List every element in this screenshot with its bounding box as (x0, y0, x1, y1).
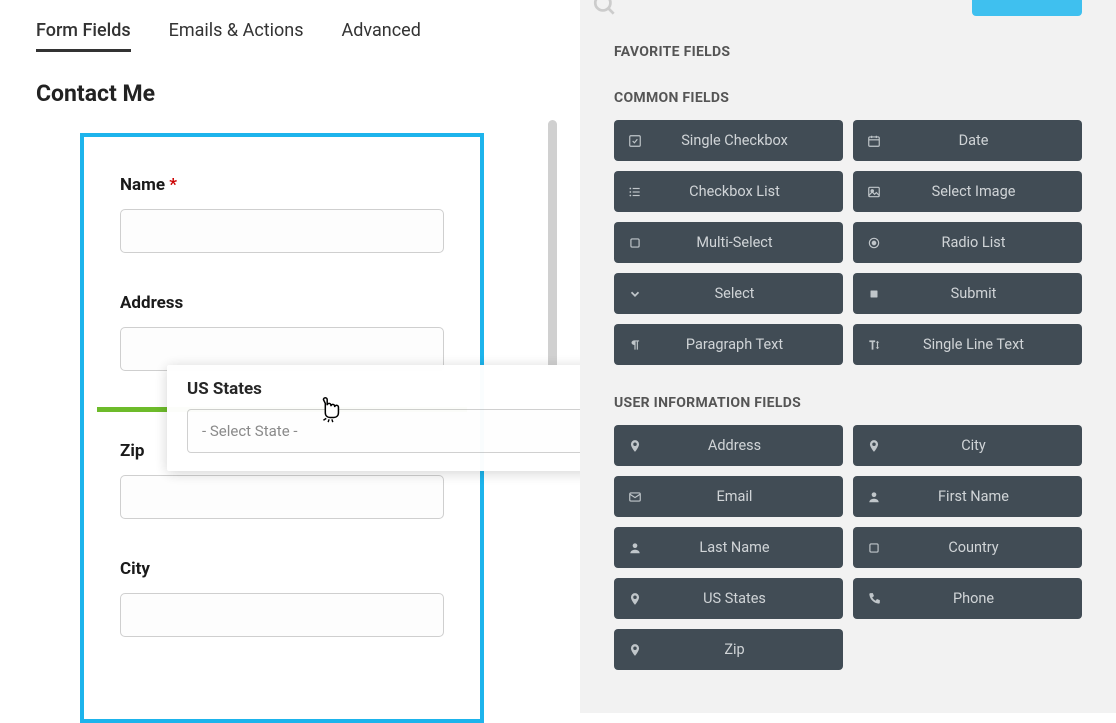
chip-label: Zip (656, 641, 843, 658)
primary-action-button[interactable] (972, 0, 1082, 16)
chip-label: Country (895, 539, 1082, 556)
chip-label: Multi-Select (656, 234, 843, 251)
field-chip-first-name[interactable]: First Name (853, 476, 1082, 517)
field-chip-checkbox-list[interactable]: Checkbox List (614, 171, 843, 212)
field-city: City (120, 559, 444, 637)
field-chip-last-name[interactable]: Last Name (614, 527, 843, 568)
common-fields-header[interactable]: COMMON FIELDS (614, 90, 1082, 106)
chip-label: Select (656, 285, 843, 302)
square-icon (853, 541, 895, 555)
envelope-icon (614, 490, 656, 504)
field-chip-select-image[interactable]: Select Image (853, 171, 1082, 212)
chip-label: Submit (895, 285, 1082, 302)
chip-label: Single Line Text (895, 336, 1082, 353)
square-icon (614, 236, 656, 250)
tab-advanced[interactable]: Advanced (342, 20, 421, 52)
list-icon (614, 185, 656, 199)
builder-tabs: Form Fields Emails & Actions Advanced (36, 20, 550, 52)
calendar-icon (853, 134, 895, 148)
chip-label: Phone (895, 590, 1082, 607)
field-chip-multi-select[interactable]: Multi-Select (614, 222, 843, 263)
user-icon (614, 541, 656, 555)
field-chip-phone[interactable]: Phone (853, 578, 1082, 619)
field-name: Name * (120, 175, 444, 253)
chevron-down-icon (614, 287, 656, 301)
zip-input[interactable] (120, 475, 444, 519)
field-chip-date[interactable]: Date (853, 120, 1082, 161)
chip-label: Paragraph Text (656, 336, 843, 353)
chip-label: US States (656, 590, 843, 607)
chip-label: First Name (895, 488, 1082, 505)
map-marker-icon (614, 643, 656, 657)
field-label-name: Name * (120, 175, 444, 195)
tab-emails-actions[interactable]: Emails & Actions (169, 20, 304, 52)
field-address: Address (120, 293, 444, 371)
name-label-text: Name (120, 175, 165, 195)
check-square-icon (614, 134, 656, 148)
field-palette-panel: FAVORITE FIELDS COMMON FIELDS Single Che… (580, 0, 1116, 713)
field-chip-address[interactable]: Address (614, 425, 843, 466)
field-chip-us-states[interactable]: US States (614, 578, 843, 619)
city-input[interactable] (120, 593, 444, 637)
chip-label: Address (656, 437, 843, 454)
field-chip-city[interactable]: City (853, 425, 1082, 466)
text-height-icon (853, 338, 895, 352)
field-chip-single-checkbox[interactable]: Single Checkbox (614, 120, 843, 161)
search-icon[interactable] (592, 0, 618, 25)
user-icon (853, 490, 895, 504)
user-info-fields-header[interactable]: USER INFORMATION FIELDS (614, 395, 1082, 411)
field-chip-zip[interactable]: Zip (614, 629, 843, 670)
chip-label: Radio List (895, 234, 1082, 251)
field-chip-single-line-text[interactable]: Single Line Text (853, 324, 1082, 365)
map-marker-icon (853, 439, 895, 453)
field-label-city: City (120, 559, 444, 579)
map-marker-icon (614, 592, 656, 606)
field-chip-radio-list[interactable]: Radio List (853, 222, 1082, 263)
chip-label: Email (656, 488, 843, 505)
map-marker-icon (614, 439, 656, 453)
required-asterisk: * (169, 175, 177, 195)
dragged-field-title: US States (187, 379, 262, 399)
name-input[interactable] (120, 209, 444, 253)
tab-form-fields[interactable]: Form Fields (36, 20, 131, 52)
chip-label: Single Checkbox (656, 132, 843, 149)
field-chip-submit[interactable]: Submit (853, 273, 1082, 314)
select-placeholder: - Select State - (202, 422, 298, 440)
chip-label: Date (895, 132, 1082, 149)
chip-label: Checkbox List (656, 183, 843, 200)
chip-label: City (895, 437, 1082, 454)
form-title: Contact Me (36, 80, 550, 107)
field-label-address: Address (120, 293, 444, 313)
field-chip-email[interactable]: Email (614, 476, 843, 517)
chip-label: Last Name (656, 539, 843, 556)
paragraph-icon (614, 338, 656, 352)
dot-circle-icon (853, 236, 895, 250)
stop-icon (853, 287, 895, 301)
phone-icon (853, 592, 895, 606)
favorite-fields-header[interactable]: FAVORITE FIELDS (614, 44, 1082, 60)
field-chip-paragraph-text[interactable]: Paragraph Text (614, 324, 843, 365)
chip-label: Select Image (895, 183, 1082, 200)
image-icon (853, 185, 895, 199)
field-chip-country[interactable]: Country (853, 527, 1082, 568)
scrollbar[interactable] (548, 120, 557, 370)
field-chip-select[interactable]: Select (614, 273, 843, 314)
